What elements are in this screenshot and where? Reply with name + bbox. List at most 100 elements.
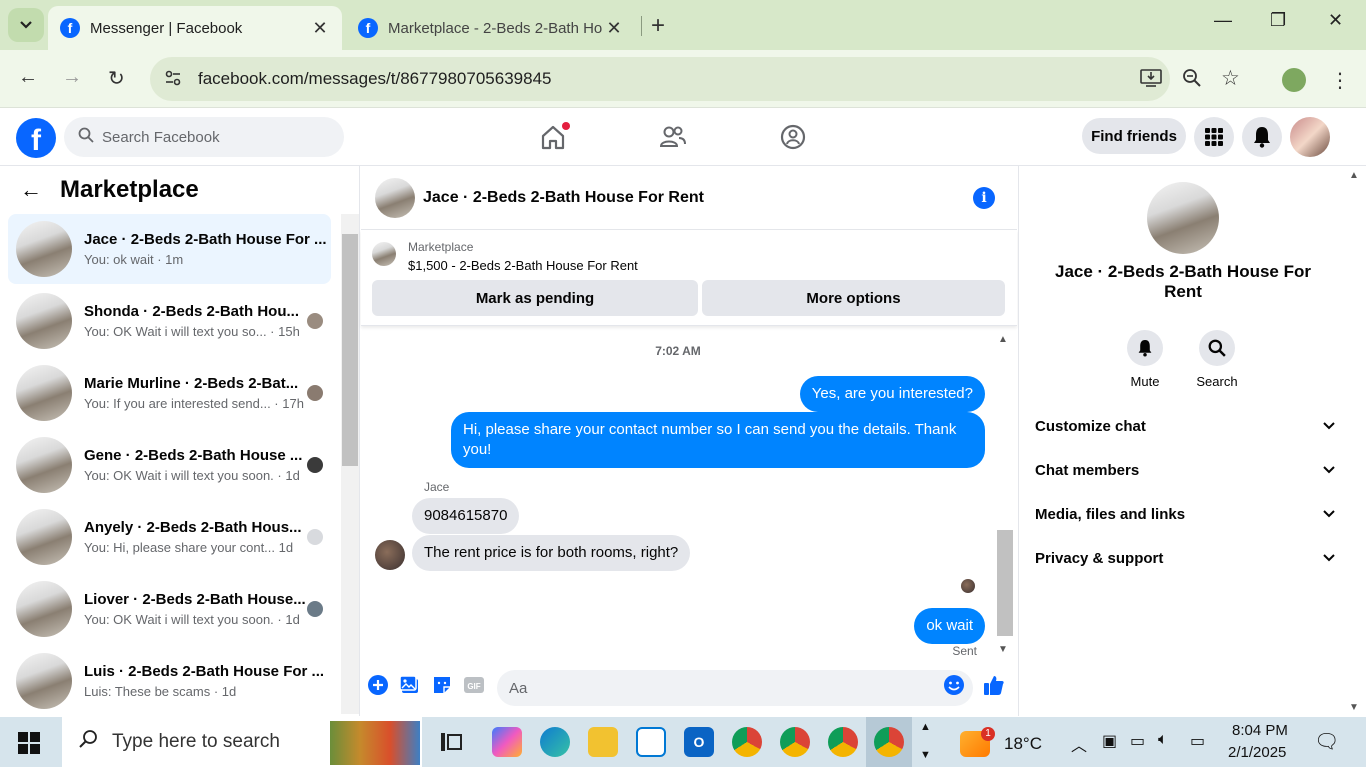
volume-icon[interactable]: 🔈︎ bbox=[1158, 731, 1168, 749]
taskbar-scroll-down-icon[interactable]: ▼ bbox=[920, 749, 931, 761]
chrome-profile-icon[interactable] bbox=[828, 727, 858, 757]
list-item-conversation[interactable]: Liover · 2-Beds 2-Bath House... You: OK … bbox=[8, 574, 331, 644]
reload-icon[interactable]: ↻ bbox=[108, 66, 125, 91]
show-hidden-icons[interactable]: ︿ bbox=[1071, 732, 1087, 756]
plus-icon[interactable] bbox=[367, 674, 389, 696]
outlook-icon[interactable]: O bbox=[684, 727, 714, 757]
customize-chat-section[interactable]: Customize chat bbox=[1035, 412, 1335, 440]
menu-grid-icon[interactable] bbox=[1194, 117, 1234, 157]
info-panel-scrollbar[interactable]: ▲ ▼ bbox=[1347, 166, 1365, 716]
listing-thumbnail[interactable] bbox=[372, 242, 396, 266]
scroll-up-icon[interactable]: ▲ bbox=[1349, 170, 1359, 181]
outgoing-message[interactable]: ok wait bbox=[914, 608, 985, 644]
marketplace-label: Marketplace bbox=[408, 240, 474, 254]
facebook-logo-icon[interactable]: f bbox=[16, 118, 56, 158]
media-files-links-section[interactable]: Media, files and links bbox=[1035, 500, 1335, 528]
clock-time[interactable]: 8:04 PM bbox=[1232, 722, 1288, 739]
tab-title: Marketplace - 2-Beds 2-Bath Ho bbox=[388, 19, 603, 37]
notifications-bell-icon[interactable] bbox=[1242, 117, 1282, 157]
mute-button[interactable]: Mute bbox=[1115, 330, 1175, 389]
tab-search-button[interactable] bbox=[8, 8, 44, 42]
browser-profile-avatar[interactable] bbox=[1282, 68, 1306, 92]
clock-date[interactable]: 2/1/2025 bbox=[1228, 744, 1286, 761]
outgoing-message[interactable]: Yes, are you interested? bbox=[799, 376, 985, 412]
battery-icon[interactable]: ▭ bbox=[1130, 731, 1145, 751]
close-window-icon[interactable]: ✕ bbox=[1328, 10, 1343, 31]
microsoft-store-icon[interactable] bbox=[636, 727, 666, 757]
account-avatar[interactable] bbox=[1290, 117, 1330, 157]
taskbar-scroll-up-icon[interactable]: ▲ bbox=[920, 721, 931, 733]
incoming-message[interactable]: 9084615870 bbox=[412, 498, 520, 534]
new-tab-icon[interactable]: + bbox=[651, 12, 665, 40]
groups-icon[interactable] bbox=[778, 122, 808, 152]
taskbar-search-input[interactable]: Type here to search bbox=[62, 717, 422, 767]
like-thumb-icon[interactable] bbox=[983, 674, 1005, 696]
install-app-icon[interactable] bbox=[1140, 68, 1162, 93]
search-icon bbox=[78, 729, 98, 755]
windows-start-icon[interactable] bbox=[18, 732, 40, 754]
list-item-conversation[interactable]: Luis · 2-Beds 2-Bath House For ... Luis:… bbox=[8, 646, 331, 716]
list-item-conversation[interactable]: Gene · 2-Beds 2-Bath House ... You: OK W… bbox=[8, 430, 331, 500]
file-explorer-icon[interactable] bbox=[588, 727, 618, 757]
back-arrow-icon[interactable]: ← bbox=[20, 177, 42, 203]
bookmark-star-icon[interactable]: ☆ bbox=[1221, 66, 1240, 91]
privacy-support-section[interactable]: Privacy & support bbox=[1035, 544, 1335, 572]
find-friends-button[interactable]: Find friends bbox=[1082, 118, 1186, 154]
minimize-icon[interactable]: — bbox=[1214, 10, 1232, 31]
info-icon[interactable]: i bbox=[973, 187, 995, 209]
scroll-down-icon[interactable]: ▼ bbox=[998, 644, 1008, 655]
list-item-conversation[interactable]: Anyely · 2-Beds 2-Bath Hous... You: Hi, … bbox=[8, 502, 331, 572]
conversation-preview: You: OK Wait i will text you soon. · 1d bbox=[84, 612, 300, 627]
friends-icon[interactable] bbox=[658, 122, 688, 152]
listing-thumbnail-large[interactable] bbox=[1147, 182, 1219, 254]
message-input[interactable]: Aa bbox=[497, 670, 973, 706]
weather-temperature[interactable]: 18°C bbox=[1004, 734, 1042, 754]
forward-icon[interactable]: → bbox=[62, 66, 82, 89]
listing-price-title[interactable]: $1,500 - 2-Beds 2-Bath House For Rent bbox=[408, 258, 638, 273]
close-tab-icon[interactable]: ✕ bbox=[310, 18, 330, 39]
chrome-profile-icon[interactable] bbox=[780, 727, 810, 757]
restore-icon[interactable]: ❐ bbox=[1270, 10, 1286, 31]
edge-browser-icon[interactable] bbox=[540, 727, 570, 757]
network-icon[interactable]: ▭ bbox=[1190, 731, 1205, 751]
conversation-list-scrollbar[interactable] bbox=[341, 214, 359, 714]
section-label: Privacy & support bbox=[1035, 549, 1164, 567]
list-item-conversation[interactable]: Shonda · 2-Beds 2-Bath Hou... You: OK Wa… bbox=[8, 286, 331, 356]
mark-as-pending-button[interactable]: Mark as pending bbox=[372, 280, 698, 316]
copilot-icon[interactable] bbox=[492, 727, 522, 757]
list-item-conversation[interactable]: Marie Murline · 2-Beds 2-Bat... You: If … bbox=[8, 358, 331, 428]
chat-listing-thumbnail[interactable] bbox=[375, 177, 415, 218]
list-item-conversation[interactable]: Jace · 2-Beds 2-Bath House For ... You: … bbox=[8, 214, 331, 284]
chrome-active-icon[interactable] bbox=[874, 727, 904, 757]
chat-members-section[interactable]: Chat members bbox=[1035, 456, 1335, 484]
scrollbar-thumb[interactable] bbox=[997, 530, 1013, 636]
site-info-icon[interactable] bbox=[164, 69, 184, 90]
emoji-icon[interactable] bbox=[943, 674, 965, 696]
gif-icon[interactable]: GIF bbox=[463, 674, 485, 696]
camera-icon[interactable]: ▣ bbox=[1102, 731, 1117, 751]
sticker-icon[interactable] bbox=[431, 674, 453, 696]
more-options-button[interactable]: More options bbox=[702, 280, 1005, 316]
chat-scrollbar[interactable]: ▲ ▼ bbox=[994, 330, 1014, 660]
outgoing-message[interactable]: Hi, please share your contact number so … bbox=[451, 412, 985, 468]
scrollbar-thumb[interactable] bbox=[342, 234, 358, 466]
zoom-icon[interactable] bbox=[1182, 68, 1202, 93]
scroll-up-icon[interactable]: ▲ bbox=[998, 334, 1008, 345]
scroll-down-icon[interactable]: ▼ bbox=[1349, 702, 1359, 713]
address-bar[interactable]: facebook.com/messages/t/8677980705639845 bbox=[150, 57, 1170, 101]
task-view-icon[interactable] bbox=[436, 727, 466, 757]
photo-icon[interactable] bbox=[399, 674, 421, 696]
tab-marketplace[interactable]: f Marketplace - 2-Beds 2-Bath Ho ✕ bbox=[346, 6, 636, 50]
sender-avatar[interactable] bbox=[375, 540, 405, 570]
listing-thumbnail bbox=[16, 581, 72, 637]
tab-messenger[interactable]: f Messenger | Facebook ✕ bbox=[48, 6, 342, 50]
incoming-message[interactable]: The rent price is for both rooms, right? bbox=[412, 535, 691, 571]
close-tab-icon[interactable]: ✕ bbox=[604, 18, 624, 39]
chat-title[interactable]: Jace · 2-Beds 2-Bath House For Rent bbox=[423, 189, 704, 207]
search-in-conversation-button[interactable]: Search bbox=[1187, 330, 1247, 389]
browser-menu-icon[interactable]: ⋮ bbox=[1330, 68, 1350, 93]
chrome-profile-e-icon[interactable] bbox=[732, 727, 762, 757]
facebook-search-input[interactable]: Search Facebook bbox=[64, 117, 344, 157]
notification-center-icon[interactable]: 🗨︎ bbox=[1314, 729, 1339, 754]
back-icon[interactable]: ← bbox=[18, 66, 38, 89]
